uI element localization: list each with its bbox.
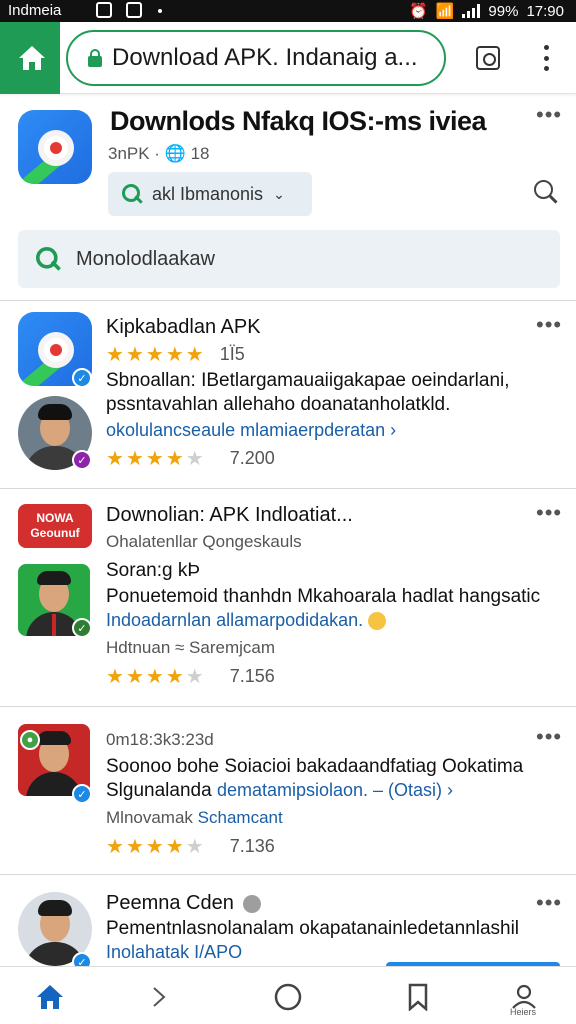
app-notification-icon bbox=[96, 2, 112, 18]
rating-count: 7.200 bbox=[229, 448, 275, 468]
rating-stars: ★ ★ ★ ★ ★ 7.200 bbox=[106, 448, 275, 470]
app-header: Downlods Nfakq IOS:-ms iviea ••• 3nPK · … bbox=[0, 100, 576, 230]
image-notification-icon bbox=[126, 2, 142, 18]
result-title[interactable]: Downolian: APK Indloatiat... bbox=[106, 504, 353, 527]
result-description: Pementnlasnolanalam okapatanainledetannl… bbox=[106, 918, 520, 939]
nav-bookmarks-button[interactable] bbox=[398, 977, 438, 1017]
verified-icon bbox=[243, 894, 262, 913]
result-item[interactable]: NOWA Geounuf Downolian: APK Indloatiat..… bbox=[0, 488, 576, 706]
more-icon[interactable]: ••• bbox=[536, 500, 562, 526]
more-icon[interactable]: ••• bbox=[536, 890, 562, 916]
verified-icon: ✓ bbox=[72, 618, 92, 638]
carrier-name: Indmeia bbox=[8, 2, 62, 19]
bookmark-icon bbox=[408, 983, 428, 1011]
chip-label: akl Ibmanonis bbox=[152, 183, 264, 204]
browser-toolbar: Download APK. Indanaig a... bbox=[0, 22, 576, 94]
url-text: Download APK. Indanaig a... bbox=[112, 44, 418, 71]
emoji-icon bbox=[368, 612, 387, 631]
chevron-right-icon bbox=[153, 987, 166, 1007]
rating-count: 1Ï5 bbox=[219, 344, 245, 364]
result-description: Slgunalanda dematamipsiolaon. – (Otasi) … bbox=[106, 780, 454, 801]
result-item[interactable]: ✓ Peemna Cden ••• Pementnlasnolanalam ok… bbox=[0, 874, 576, 972]
home-icon bbox=[19, 46, 45, 70]
result-subtitle: Ohalatenllar Qongeskauls bbox=[106, 532, 302, 551]
result-title[interactable]: 0m18:3k3:23d bbox=[106, 730, 214, 750]
result-description: Sbnoallan: IBetlargamauaiigakapae oeinda… bbox=[106, 370, 510, 391]
result-title[interactable]: Peemna Cden bbox=[106, 892, 262, 915]
circle-icon bbox=[274, 983, 302, 1011]
verified-icon: ✓ bbox=[72, 784, 92, 804]
search-input[interactable]: Monolodlaakaw bbox=[18, 230, 560, 288]
lock-icon bbox=[88, 49, 102, 67]
result-author: Soran:g kÞ bbox=[106, 560, 200, 581]
result-link[interactable]: okolulancseaule mlamiaerpderatan › bbox=[106, 420, 396, 441]
result-item[interactable]: ● ✓ 0m18:3k3:23d ••• Soonoo bohe Soiacio… bbox=[0, 706, 576, 874]
rating-stars: ★ ★ ★ ★ ★ 7.156 bbox=[106, 666, 275, 688]
flag-icon: ● bbox=[20, 730, 40, 750]
result-title[interactable]: Kipkabadlan APK bbox=[106, 316, 261, 339]
result-link[interactable]: dematamipsiolaon. – (Otasi) › bbox=[217, 780, 453, 800]
battery-level: 99% bbox=[488, 2, 519, 20]
app-logo-icon[interactable] bbox=[18, 110, 92, 184]
search-icon bbox=[36, 247, 60, 271]
meta-link[interactable]: Schamcant bbox=[198, 808, 283, 827]
result-link[interactable]: Indoadarnlan allamarpodidakan. bbox=[106, 610, 387, 631]
rating-count: 7.156 bbox=[229, 666, 275, 686]
result-description: pssntavahlan allehaho doanatanholatkld. bbox=[106, 394, 451, 415]
more-notifications-icon bbox=[158, 9, 162, 13]
result-meta: Hdtnuan ≈ Saremjcam bbox=[106, 638, 276, 657]
result-description: Ponuetemoid thanhdn Mkahoarala hadlat ha… bbox=[106, 586, 541, 607]
alarm-icon: ⏰ bbox=[409, 3, 428, 20]
more-icon[interactable]: ••• bbox=[536, 724, 562, 750]
result-item[interactable]: ✓ Kipkabadlan APK ••• ★ ★ ★ ★ ★ 1Ï5 Sbnoalla… bbox=[0, 300, 576, 486]
profile-label: Heiers bbox=[510, 1007, 537, 1017]
status-bar: Indmeia ⏰ 📶 99% 17:90 bbox=[0, 0, 576, 22]
bottom-navigation: Heiers bbox=[0, 966, 576, 1024]
chevron-down-icon: ⌄ bbox=[273, 185, 285, 202]
rating-stars: ★ ★ ★ ★ ★ 1Ï5 bbox=[106, 344, 245, 366]
wifi-icon: 📶 bbox=[435, 3, 455, 20]
clock-time: 17:90 bbox=[526, 2, 564, 20]
search-icon[interactable] bbox=[534, 180, 558, 204]
result-description: Soonoo bohe Soiacioi bakadaandfatiag Ook… bbox=[106, 756, 524, 777]
page-title: Downlods Nfakq IOS:-ms iviea bbox=[110, 106, 487, 136]
nav-forward-button[interactable] bbox=[138, 977, 178, 1017]
rating-stars: ★ ★ ★ ★ ★ 7.136 bbox=[106, 836, 275, 858]
header-more-icon[interactable]: ••• bbox=[536, 102, 562, 128]
category-chip[interactable]: akl Ibmanonis ⌄ bbox=[108, 172, 312, 216]
rating-count: 7.136 bbox=[229, 836, 275, 856]
nav-circle-button[interactable] bbox=[268, 977, 308, 1017]
home-icon bbox=[37, 985, 63, 1009]
brand-logo: NOWA Geounuf bbox=[18, 504, 92, 548]
tab-switcher-button[interactable] bbox=[476, 46, 500, 70]
nav-home-button[interactable] bbox=[30, 977, 70, 1017]
more-icon[interactable]: ••• bbox=[536, 312, 562, 338]
app-meta: 3nPK · 🌐 18 bbox=[108, 144, 210, 163]
address-bar[interactable]: Download APK. Indanaig a... bbox=[66, 30, 446, 86]
home-button[interactable] bbox=[14, 40, 50, 76]
verified-icon: ✓ bbox=[72, 450, 92, 470]
signal-icon bbox=[462, 4, 481, 18]
browser-menu-button[interactable] bbox=[538, 42, 554, 74]
search-placeholder: Monolodlaakaw bbox=[76, 247, 215, 270]
search-icon bbox=[122, 184, 142, 204]
verified-icon: ✓ bbox=[72, 368, 92, 388]
result-meta: Mlnovamak Schamcant bbox=[106, 808, 283, 827]
result-link[interactable]: Inolahatak I/APO bbox=[106, 942, 242, 963]
